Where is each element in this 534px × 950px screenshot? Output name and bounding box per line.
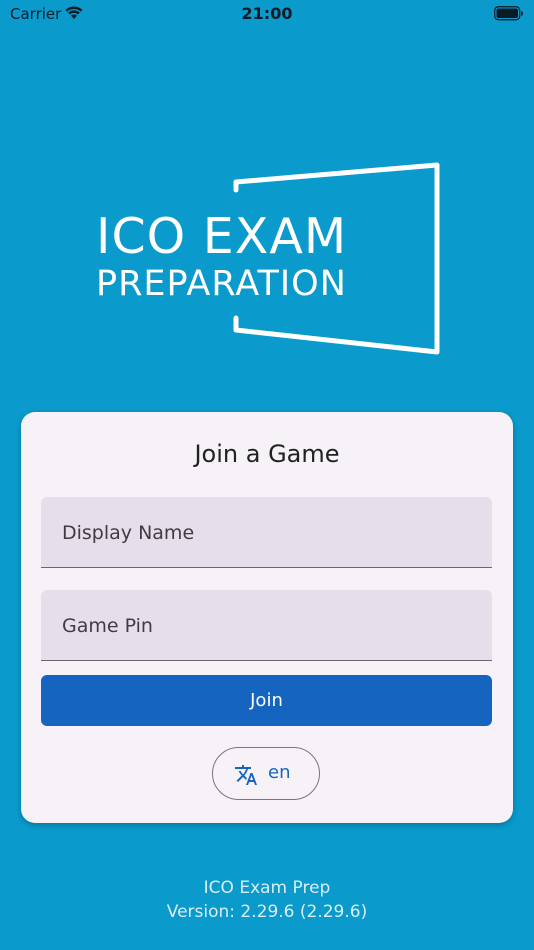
language-label: en bbox=[268, 762, 291, 783]
language-button[interactable]: en bbox=[212, 747, 320, 800]
game-pin-label: Game Pin bbox=[62, 615, 153, 637]
game-pin-field[interactable]: Game Pin bbox=[41, 590, 492, 661]
logo-line-2: PREPARATION bbox=[96, 264, 347, 304]
battery-icon bbox=[494, 6, 524, 25]
join-button[interactable]: Join bbox=[41, 675, 492, 726]
app-logo: ICO EXAM PREPARATION bbox=[96, 160, 446, 360]
status-time: 21:00 bbox=[241, 4, 293, 23]
status-bar: Carrier 21:00 bbox=[0, 0, 534, 30]
join-game-card: Join a Game Display Name Game Pin Join e… bbox=[21, 412, 513, 823]
footer-version: Version: 2.29.6 (2.29.6) bbox=[166, 902, 368, 922]
card-title: Join a Game bbox=[194, 440, 340, 468]
display-name-field[interactable]: Display Name bbox=[41, 497, 492, 568]
translate-icon bbox=[234, 763, 258, 791]
footer-app-name: ICO Exam Prep bbox=[203, 878, 331, 898]
display-name-label: Display Name bbox=[62, 522, 195, 544]
logo-line-1: ICO EXAM bbox=[96, 208, 348, 265]
